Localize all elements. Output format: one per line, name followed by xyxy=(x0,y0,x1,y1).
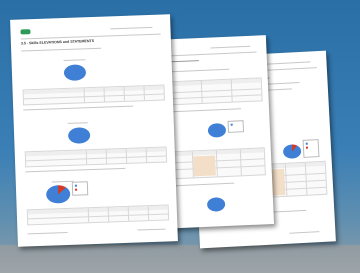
pie-chart xyxy=(206,197,226,212)
footer-line xyxy=(137,228,166,231)
chart-legend xyxy=(227,120,245,133)
legend-swatch xyxy=(230,123,233,126)
pie-chart xyxy=(63,64,87,82)
chart-title xyxy=(63,59,86,62)
desk-surface xyxy=(0,245,360,273)
legend-swatch xyxy=(305,142,308,145)
highlighted-cell xyxy=(193,155,216,177)
pie-chart xyxy=(282,144,302,159)
legend-swatch xyxy=(74,184,77,187)
pie-chart xyxy=(45,184,71,204)
header-text-line xyxy=(210,45,251,49)
chart-legend xyxy=(71,181,89,196)
results-table xyxy=(26,204,170,226)
pie-chart xyxy=(207,122,227,138)
results-table xyxy=(22,84,165,106)
document-page-front[interactable]: 3.5 - Skills ELEVATIONS and STATEMENTS xyxy=(10,14,178,247)
legend-swatch xyxy=(75,188,78,191)
table-column xyxy=(304,162,308,195)
text-line xyxy=(25,167,126,173)
legend-swatch xyxy=(305,146,308,149)
footer-line xyxy=(289,231,320,234)
text-line xyxy=(21,47,102,52)
chart-title xyxy=(51,180,74,183)
header-text-line xyxy=(260,61,311,66)
text-line xyxy=(23,105,134,111)
chart-legend xyxy=(302,139,320,158)
header-text-line xyxy=(110,26,153,30)
document-title: 3.5 - Skills ELEVATIONS and STATEMENTS xyxy=(20,38,95,46)
results-table xyxy=(24,146,168,168)
logo-icon xyxy=(20,29,31,35)
chart-title xyxy=(67,122,88,125)
pie-chart xyxy=(67,127,91,144)
footer-line xyxy=(27,231,68,235)
